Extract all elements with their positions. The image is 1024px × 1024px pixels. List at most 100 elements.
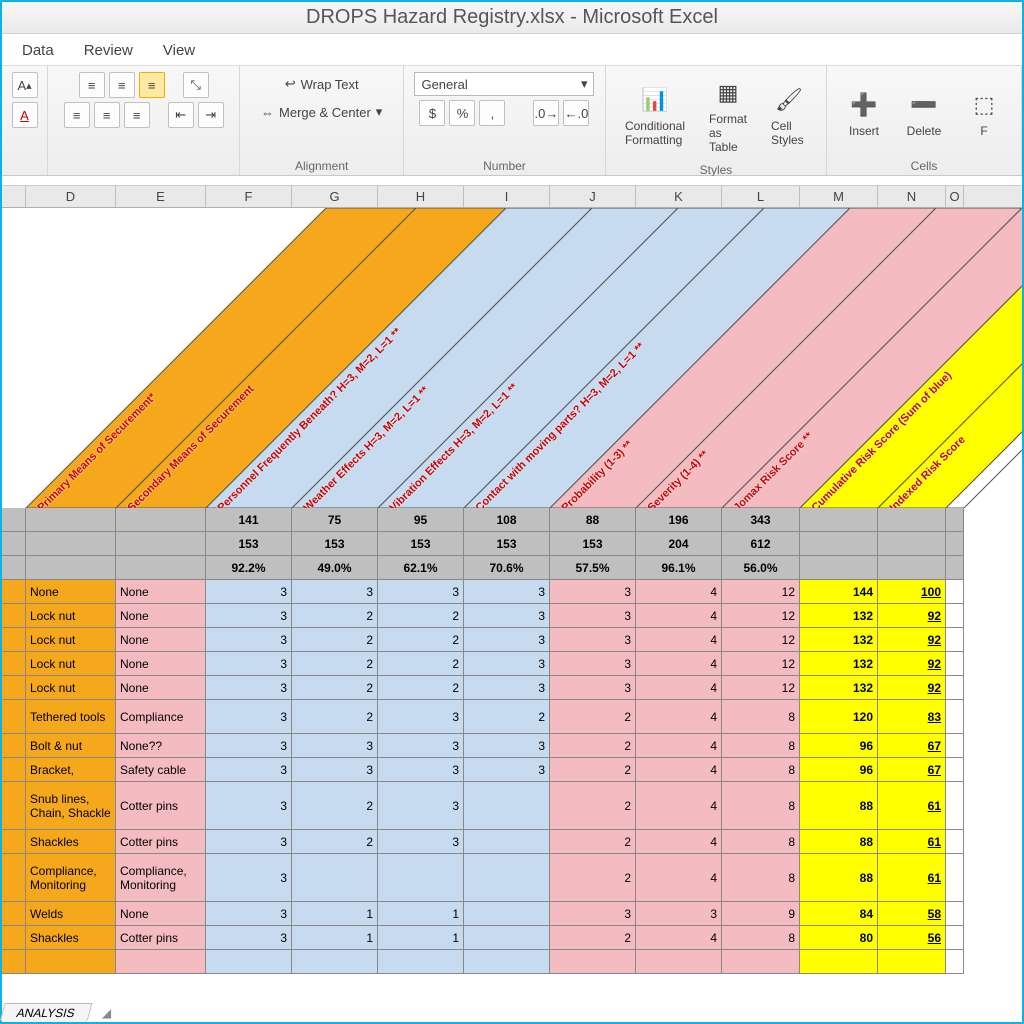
cell[interactable] [946, 902, 964, 926]
cell[interactable]: 4 [636, 830, 722, 854]
cell[interactable] [946, 854, 964, 902]
summary-cell[interactable]: 612 [722, 532, 800, 556]
cell[interactable]: 4 [636, 580, 722, 604]
summary-cell[interactable]: 95 [378, 508, 464, 532]
summary-cell[interactable]: 141 [206, 508, 292, 532]
cell[interactable]: 2 [292, 700, 378, 734]
cell[interactable]: 3 [206, 734, 292, 758]
tab-data[interactable]: Data [22, 42, 54, 59]
col-header[interactable]: D [26, 186, 116, 207]
cell[interactable]: 8 [722, 782, 800, 830]
cell[interactable]: 2 [464, 700, 550, 734]
cell[interactable] [946, 830, 964, 854]
cell[interactable]: 2 [378, 604, 464, 628]
cell[interactable]: 3 [550, 652, 636, 676]
cell[interactable]: Lock nut [26, 676, 116, 700]
cell[interactable]: 2 [550, 758, 636, 782]
cell[interactable] [800, 950, 878, 974]
cell[interactable] [2, 580, 26, 604]
cell[interactable]: 144 [800, 580, 878, 604]
currency-icon[interactable]: $ [419, 100, 445, 126]
cell[interactable]: 1 [292, 902, 378, 926]
summary-cell[interactable]: 88 [550, 508, 636, 532]
sheet-tab-next-icon[interactable]: ◢ [102, 1006, 111, 1020]
summary-cell[interactable]: 49.0% [292, 556, 378, 580]
cell[interactable]: 4 [636, 604, 722, 628]
cell[interactable]: 4 [636, 628, 722, 652]
cell[interactable]: 3 [206, 758, 292, 782]
cell[interactable]: 3 [464, 580, 550, 604]
col-header[interactable]: J [550, 186, 636, 207]
cell[interactable] [946, 652, 964, 676]
cell[interactable]: 132 [800, 652, 878, 676]
cell[interactable]: 8 [722, 830, 800, 854]
cell[interactable] [946, 628, 964, 652]
cell[interactable] [946, 782, 964, 830]
col-header[interactable]: I [464, 186, 550, 207]
cell[interactable]: 84 [800, 902, 878, 926]
cell[interactable] [550, 950, 636, 974]
cell[interactable]: 3 [206, 902, 292, 926]
cell[interactable]: 3 [550, 902, 636, 926]
cell[interactable]: 3 [206, 652, 292, 676]
cell[interactable] [946, 676, 964, 700]
cell[interactable]: 61 [878, 830, 946, 854]
summary-cell[interactable] [116, 508, 206, 532]
cell[interactable]: Cotter pins [116, 782, 206, 830]
summary-cell[interactable]: 57.5% [550, 556, 636, 580]
cell[interactable]: 92 [878, 652, 946, 676]
cell[interactable]: 12 [722, 604, 800, 628]
increase-font-icon[interactable]: A▴ [12, 72, 38, 98]
cell[interactable] [946, 700, 964, 734]
cell[interactable]: 4 [636, 854, 722, 902]
cell[interactable]: 67 [878, 758, 946, 782]
cell[interactable]: Shackles [26, 830, 116, 854]
cell[interactable]: 2 [550, 700, 636, 734]
merge-center-button[interactable]: ⇔Merge & Center▾ [254, 100, 389, 124]
summary-cell[interactable]: 70.6% [464, 556, 550, 580]
tab-review[interactable]: Review [84, 42, 133, 59]
cell[interactable]: 3 [550, 604, 636, 628]
cell[interactable]: Lock nut [26, 628, 116, 652]
cell[interactable] [2, 902, 26, 926]
cell[interactable]: 3 [206, 700, 292, 734]
cell[interactable] [2, 782, 26, 830]
cell[interactable]: Lock nut [26, 652, 116, 676]
cell[interactable] [2, 700, 26, 734]
cell[interactable] [2, 758, 26, 782]
decrease-indent-icon[interactable]: ⇤ [168, 102, 194, 128]
cell[interactable]: 2 [550, 926, 636, 950]
cell[interactable]: 3 [550, 676, 636, 700]
col-header[interactable]: M [800, 186, 878, 207]
cell[interactable]: 1 [292, 926, 378, 950]
cell[interactable]: 1 [378, 926, 464, 950]
col-header[interactable]: F [206, 186, 292, 207]
cell[interactable]: 88 [800, 782, 878, 830]
cell[interactable]: None [26, 580, 116, 604]
cell[interactable]: 3 [378, 758, 464, 782]
cell[interactable]: 2 [292, 604, 378, 628]
cell[interactable]: 3 [206, 830, 292, 854]
cell[interactable] [2, 604, 26, 628]
percent-icon[interactable]: % [449, 100, 475, 126]
align-center-icon[interactable]: ≡ [94, 102, 120, 128]
increase-indent-icon[interactable]: ⇥ [198, 102, 224, 128]
summary-cell[interactable]: 343 [722, 508, 800, 532]
align-top-icon[interactable]: ≡ [79, 72, 105, 98]
summary-cell[interactable] [800, 508, 878, 532]
cell[interactable]: 3 [378, 700, 464, 734]
cell[interactable]: 8 [722, 700, 800, 734]
cell[interactable]: 3 [206, 628, 292, 652]
cell[interactable]: 8 [722, 854, 800, 902]
cell[interactable]: 3 [206, 854, 292, 902]
cell[interactable] [2, 926, 26, 950]
cell[interactable]: 2 [550, 830, 636, 854]
cell[interactable]: 2 [292, 628, 378, 652]
cell[interactable] [636, 950, 722, 974]
cell[interactable]: 2 [292, 830, 378, 854]
summary-cell[interactable]: 92.2% [206, 556, 292, 580]
summary-cell[interactable] [800, 532, 878, 556]
cell[interactable]: 4 [636, 734, 722, 758]
cell[interactable]: 2 [378, 652, 464, 676]
cell[interactable]: None?? [116, 734, 206, 758]
